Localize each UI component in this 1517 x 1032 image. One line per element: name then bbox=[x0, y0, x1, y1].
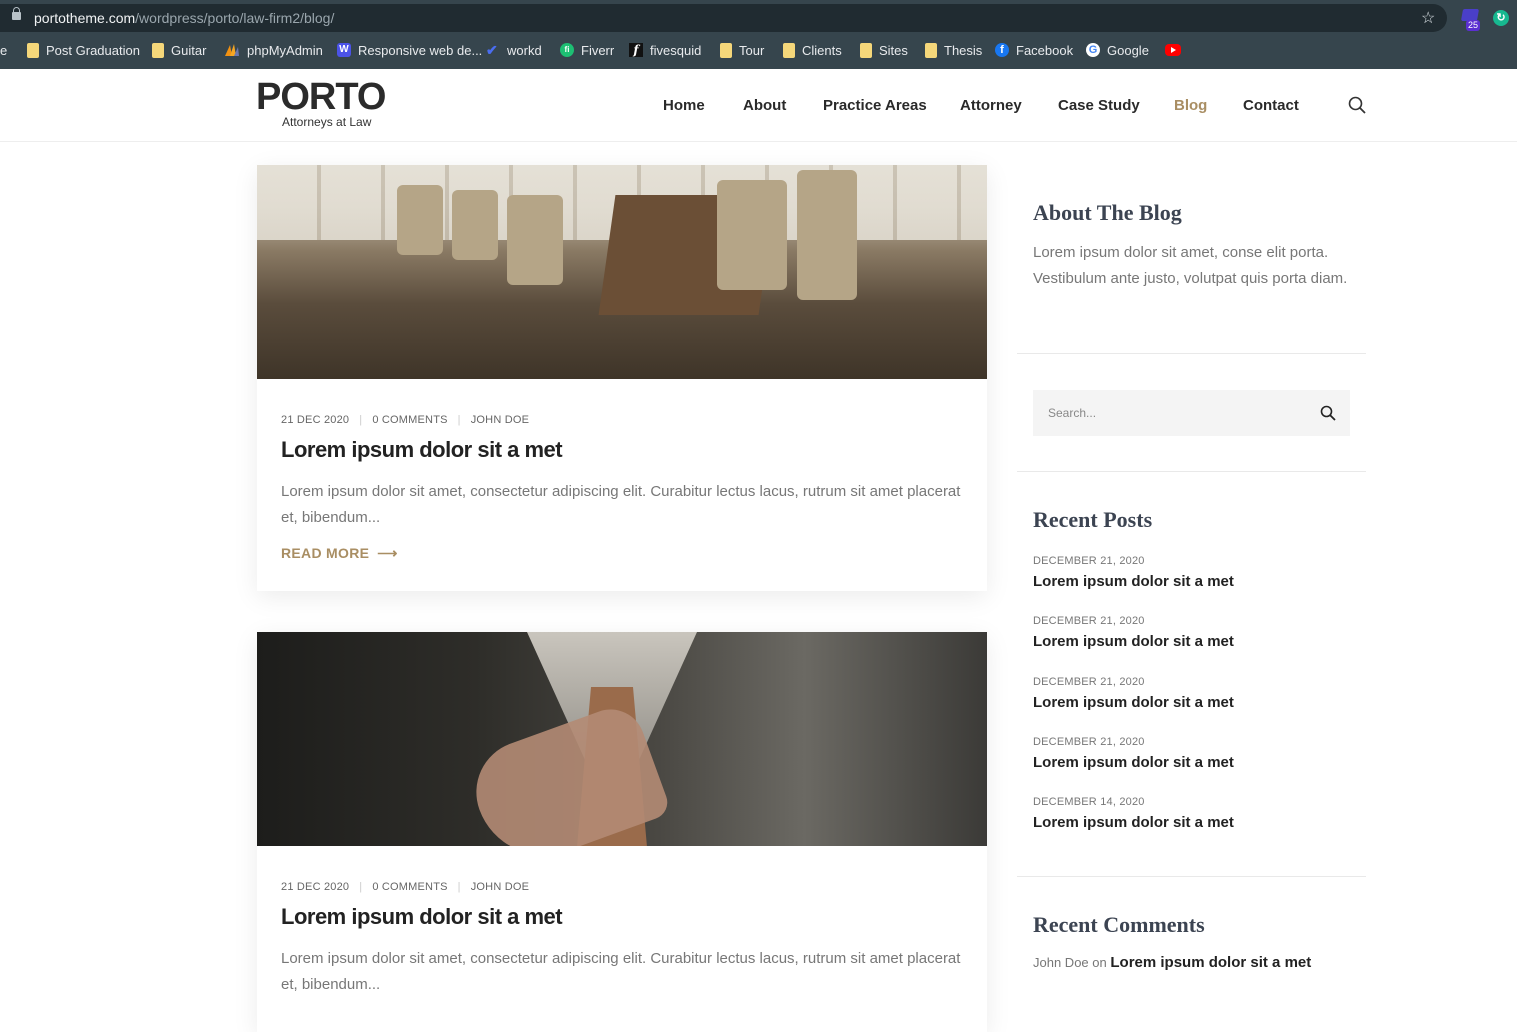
bookmark-item[interactable]: phpMyAdmin bbox=[224, 41, 323, 59]
recent-post-date: DECEMBER 21, 2020 bbox=[1033, 615, 1145, 627]
about-blog-text: Lorem ipsum dolor sit amet, conse elit p… bbox=[1033, 244, 1348, 287]
recent-post-date: DECEMBER 21, 2020 bbox=[1033, 555, 1145, 567]
post-excerpt: Lorem ipsum dolor sit amet, consectetur … bbox=[281, 950, 961, 993]
search-icon[interactable] bbox=[1348, 96, 1366, 114]
recent-post-link[interactable]: Lorem ipsum dolor sit a met bbox=[1033, 814, 1234, 831]
post-excerpt: Lorem ipsum dolor sit amet, consectetur … bbox=[281, 483, 961, 526]
bookmark-item[interactable]: e bbox=[0, 41, 7, 59]
lock-icon[interactable] bbox=[12, 7, 21, 20]
check-icon: ✔ bbox=[486, 42, 498, 58]
recent-post-date: DECEMBER 14, 2020 bbox=[1033, 796, 1145, 808]
folder-icon bbox=[152, 42, 164, 58]
bookmark-item[interactable]: Guitar bbox=[152, 41, 206, 59]
nav-about[interactable]: About bbox=[743, 97, 786, 114]
facebook-icon: f bbox=[995, 43, 1009, 57]
fiverr-icon: fi bbox=[560, 43, 574, 57]
sidebar-search bbox=[1033, 390, 1350, 436]
post-author-link[interactable]: JOHN DOE bbox=[471, 881, 529, 893]
extension-cap-icon[interactable]: 25 bbox=[1460, 9, 1482, 31]
bookmark-item[interactable]: Tour bbox=[720, 41, 764, 59]
recent-post-link[interactable]: Lorem ipsum dolor sit a met bbox=[1033, 573, 1234, 590]
comment-on: on bbox=[1092, 955, 1107, 970]
nav-attorney[interactable]: Attorney bbox=[960, 97, 1022, 114]
comment-post-link[interactable]: Lorem ipsum dolor sit a met bbox=[1110, 954, 1311, 971]
bookmark-item[interactable]: W Responsive web de... bbox=[337, 41, 482, 59]
post-comments-link[interactable]: 0 COMMENTS bbox=[372, 414, 447, 426]
folder-icon bbox=[783, 42, 795, 58]
blog-post-card: 21 DEC 2020 | 0 COMMENTS | JOHN DOE Lorem ip… bbox=[257, 632, 987, 1032]
bookmark-item[interactable]: Post Graduation bbox=[27, 41, 140, 59]
bookmark-item[interactable]: Thesis bbox=[925, 41, 982, 59]
search-icon[interactable] bbox=[1320, 405, 1336, 421]
recent-post-date: DECEMBER 21, 2020 bbox=[1033, 676, 1145, 688]
folder-icon bbox=[925, 42, 937, 58]
post-meta: 21 DEC 2020 | 0 COMMENTS | JOHN DOE bbox=[281, 881, 530, 893]
recent-post-link[interactable]: Lorem ipsum dolor sit a met bbox=[1033, 694, 1234, 711]
bookmark-star-icon[interactable]: ☆ bbox=[1421, 8, 1435, 28]
recent-posts-title: Recent Posts bbox=[1033, 507, 1153, 532]
post-title[interactable]: Lorem ipsum dolor sit a met bbox=[281, 437, 563, 463]
post-title[interactable]: Lorem ipsum dolor sit a met bbox=[281, 904, 563, 930]
extension-badge: 25 bbox=[1466, 20, 1481, 31]
comment-author[interactable]: John Doe bbox=[1033, 955, 1089, 970]
bookmark-item[interactable]: f Facebook bbox=[995, 41, 1073, 59]
bookmark-item[interactable]: Sites bbox=[860, 41, 908, 59]
w-icon: W bbox=[337, 43, 351, 57]
nav-blog[interactable]: Blog bbox=[1174, 97, 1207, 114]
google-icon: G bbox=[1086, 43, 1100, 57]
folder-icon bbox=[27, 42, 39, 58]
logo-main: PORTO bbox=[256, 76, 386, 118]
address-bar[interactable]: portotheme.com/wordpress/porto/law-firm2… bbox=[0, 4, 1447, 32]
recent-comment: John Doe on Lorem ipsum dolor sit a met bbox=[1033, 954, 1311, 971]
fivesquid-icon: f bbox=[629, 43, 643, 57]
nav-contact[interactable]: Contact bbox=[1243, 97, 1299, 114]
url-text[interactable]: portotheme.com/wordpress/porto/law-firm2… bbox=[34, 10, 334, 26]
nav-home[interactable]: Home bbox=[663, 97, 705, 114]
recent-post-link[interactable]: Lorem ipsum dolor sit a met bbox=[1033, 633, 1234, 650]
post-date: 21 DEC 2020 bbox=[281, 414, 350, 426]
about-blog-title: About The Blog bbox=[1033, 200, 1182, 225]
bookmark-item[interactable] bbox=[1165, 41, 1181, 59]
site-header: PORTO Attorneys at Law Home About Practi… bbox=[0, 69, 1517, 142]
bookmarks-bar: e Post Graduation Guitar phpMyAdmin W Res… bbox=[0, 37, 1517, 63]
post-comments-link[interactable]: 0 COMMENTS bbox=[372, 881, 447, 893]
recent-post-date: DECEMBER 21, 2020 bbox=[1033, 736, 1145, 748]
sidebar-divider bbox=[1017, 876, 1366, 877]
arrow-right-icon: ⟶ bbox=[377, 545, 398, 561]
recent-comments-title: Recent Comments bbox=[1033, 912, 1205, 937]
bookmark-item[interactable]: f fivesquid bbox=[629, 41, 701, 59]
bookmark-item[interactable]: G Google bbox=[1086, 41, 1149, 59]
logo-sub: Attorneys at Law bbox=[282, 115, 372, 129]
nav-case-study[interactable]: Case Study bbox=[1058, 97, 1140, 114]
bookmark-item[interactable]: Clients bbox=[783, 41, 842, 59]
nav-practice-areas[interactable]: Practice Areas bbox=[823, 97, 927, 114]
folder-icon bbox=[720, 42, 732, 58]
blog-post-card: 21 DEC 2020 | 0 COMMENTS | JOHN DOE Lorem ip… bbox=[257, 165, 987, 591]
browser-chrome: portotheme.com/wordpress/porto/law-firm2… bbox=[0, 0, 1517, 69]
post-meta: 21 DEC 2020 | 0 COMMENTS | JOHN DOE bbox=[281, 414, 530, 426]
bookmark-item[interactable]: ✔ workd bbox=[486, 41, 542, 59]
post-image-suit[interactable] bbox=[257, 632, 987, 846]
sidebar-divider bbox=[1017, 471, 1366, 472]
post-image-boardroom[interactable] bbox=[257, 165, 987, 379]
post-date: 21 DEC 2020 bbox=[281, 881, 350, 893]
logo[interactable]: PORTO Attorneys at Law bbox=[256, 76, 386, 129]
bookmark-item[interactable]: fi Fiverr bbox=[560, 41, 614, 59]
read-more-link[interactable]: READ MORE ⟶ bbox=[281, 545, 398, 562]
post-author-link[interactable]: JOHN DOE bbox=[471, 414, 529, 426]
sidebar-divider bbox=[1017, 353, 1366, 354]
youtube-icon bbox=[1165, 44, 1181, 56]
phpmyadmin-icon bbox=[225, 44, 239, 56]
extension-sync-icon[interactable]: ↻ bbox=[1493, 10, 1509, 26]
recent-post-link[interactable]: Lorem ipsum dolor sit a met bbox=[1033, 754, 1234, 771]
search-input[interactable] bbox=[1033, 390, 1303, 436]
folder-icon bbox=[860, 42, 872, 58]
